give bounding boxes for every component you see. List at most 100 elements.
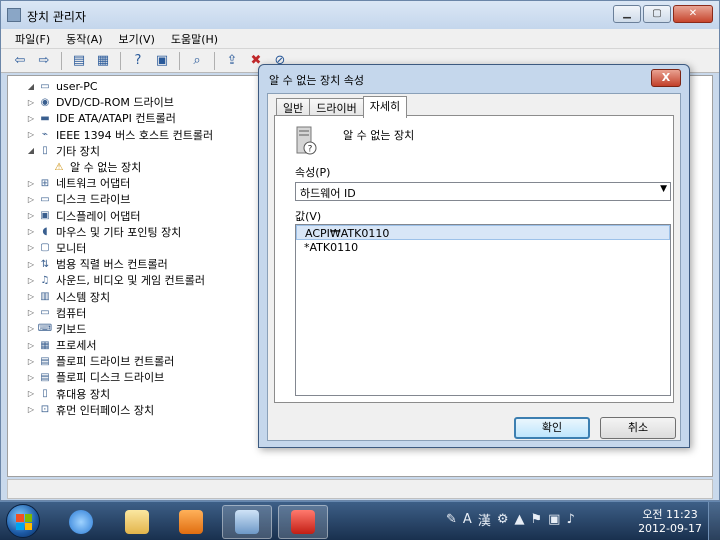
expand-arrow-icon[interactable]: ▷	[24, 341, 38, 350]
tree-item[interactable]: ▷ ◖ 마우스 및 기타 포인팅 장치	[24, 224, 213, 240]
tree-item[interactable]: ▷ ▯ 휴대용 장치	[24, 386, 213, 402]
value-item[interactable]: *ATK0110	[296, 240, 670, 255]
menu-help[interactable]: 도움말(H)	[163, 29, 226, 49]
tree-item[interactable]: ▷ ▭ 디스크 드라이브	[24, 191, 213, 207]
tree-item[interactable]: ▷ ▢ 모니터	[24, 240, 213, 256]
computer-icon: ▭	[40, 307, 50, 319]
ide-controller-icon: ▬	[40, 112, 50, 124]
update-driver-icon[interactable]: ⇪	[221, 51, 243, 71]
expand-arrow-icon[interactable]: ▷	[24, 292, 38, 301]
close-button[interactable]: ✕	[673, 5, 713, 23]
device-manager-icon	[7, 8, 21, 22]
title-bar[interactable]: 장치 관리자 ▁ ▢ ✕	[1, 1, 719, 29]
expand-arrow-icon[interactable]: ▷	[24, 276, 38, 285]
tree-item[interactable]: ⚠ 알 수 없는 장치	[24, 159, 213, 175]
forward-icon[interactable]: ⇨	[33, 51, 55, 71]
tree-item[interactable]: ▷ ♫ 사운드, 비디오 및 게임 컨트롤러	[24, 272, 213, 288]
back-icon[interactable]: ⇦	[9, 51, 31, 71]
ok-button[interactable]: 확인	[514, 417, 590, 439]
tree-item[interactable]: ◢ ▯ 기타 장치	[24, 143, 213, 159]
collapse-arrow-icon[interactable]: ◢	[24, 146, 38, 155]
property-label: 속성(P)	[295, 166, 331, 179]
action-center-flag-icon[interactable]: ⚑	[530, 512, 542, 527]
tree-item[interactable]: ▷ ⌁ IEEE 1394 버스 호스트 컨트롤러	[24, 127, 213, 143]
taskbar: ✎ A 漢 ⚙ ▲ ⚑ ▣ ♪ 오전 11:23 2012-09-17	[0, 501, 720, 540]
tree-item-label: 네트워크 어댑터	[56, 177, 131, 191]
tree-item[interactable]: ▷ ▤ 플로피 드라이브 컨트롤러	[24, 353, 213, 369]
tab-details[interactable]: 자세히	[362, 96, 408, 118]
tree-item-label: IDE ATA/ATAPI 컨트롤러	[56, 112, 176, 126]
volume-icon[interactable]: ♪	[566, 512, 574, 527]
expand-arrow-icon[interactable]: ▷	[24, 324, 38, 333]
window-title: 장치 관리자	[27, 10, 87, 24]
expand-arrow-icon[interactable]: ▷	[24, 211, 38, 220]
keyboard-icon: ⌨	[37, 323, 53, 335]
tree-item[interactable]: ▷ ▦ 프로세서	[24, 337, 213, 353]
expand-arrow-icon[interactable]: ▷	[24, 98, 38, 107]
chevron-up-icon[interactable]: ▲	[514, 512, 524, 527]
show-desktop-button[interactable]	[708, 502, 720, 540]
show-hide-tree-icon[interactable]: ▤	[68, 51, 90, 71]
tree-item[interactable]: ▷ ▥ 시스템 장치	[24, 288, 213, 304]
properties-icon[interactable]: ▦	[92, 51, 114, 71]
options-icon[interactable]: ⚙	[497, 512, 509, 527]
tree-item[interactable]: ▷ ⌨ 키보드	[24, 321, 213, 337]
cancel-button[interactable]: 취소	[600, 417, 676, 439]
expand-arrow-icon[interactable]: ▷	[24, 227, 38, 236]
tree-item-label: 모니터	[56, 241, 87, 255]
expand-arrow-icon[interactable]: ▷	[24, 195, 38, 204]
tree-item[interactable]: ▷ ▣ 디스플레이 어댑터	[24, 208, 213, 224]
tree-item-label: 프로세서	[56, 339, 97, 353]
expand-arrow-icon[interactable]: ▷	[24, 179, 38, 188]
toolbox-icon	[291, 510, 315, 534]
ime-mode[interactable]: A	[463, 512, 472, 527]
maximize-button[interactable]: ▢	[643, 5, 671, 23]
start-button[interactable]	[6, 504, 40, 538]
tree-root[interactable]: ◢ ▭ user-PC	[24, 78, 213, 94]
collapse-arrow-icon[interactable]: ◢	[24, 82, 38, 91]
property-select[interactable]: 하드웨어 ID ▼	[295, 182, 671, 201]
expand-arrow-icon[interactable]: ▷	[24, 114, 38, 123]
scan-hardware-icon[interactable]: ⌕	[186, 51, 208, 71]
firewire-icon: ⌁	[41, 129, 49, 141]
tree-item[interactable]: ▷ ◉ DVD/CD-ROM 드라이브	[24, 94, 213, 110]
disc-drive-icon: ◉	[40, 96, 50, 108]
expand-arrow-icon[interactable]: ▷	[24, 373, 38, 382]
internet-explorer-icon	[69, 510, 93, 534]
dialog-close-button[interactable]: X	[651, 69, 681, 87]
tree-item[interactable]: ▷ ▬ IDE ATA/ATAPI 컨트롤러	[24, 110, 213, 126]
tree-item[interactable]: ▷ ⊡ 휴먼 인터페이스 장치	[24, 402, 213, 418]
tree-item[interactable]: ▷ ▤ 플로피 디스크 드라이브	[24, 369, 213, 385]
taskbar-toolbox[interactable]	[278, 505, 328, 539]
clock[interactable]: 오전 11:23 2012-09-17	[638, 508, 702, 536]
tree-item[interactable]: ▷ ⊞ 네트워크 어댑터	[24, 175, 213, 191]
taskbar-explorer[interactable]	[112, 505, 162, 539]
taskbar-media-player[interactable]	[166, 505, 216, 539]
tree-item-label: 시스템 장치	[56, 290, 111, 304]
view-icon[interactable]: ▣	[151, 51, 173, 71]
expand-arrow-icon[interactable]: ▷	[24, 405, 38, 414]
ime-hanja[interactable]: 漢	[478, 510, 491, 529]
network-icon[interactable]: ▣	[548, 512, 560, 527]
expand-arrow-icon[interactable]: ▷	[24, 389, 38, 398]
taskbar-ie[interactable]	[56, 505, 106, 539]
menu-action[interactable]: 동작(A)	[58, 29, 110, 49]
help-icon[interactable]: ?	[127, 51, 149, 71]
menu-view[interactable]: 보기(V)	[111, 29, 163, 49]
tree-item-label: 휴대용 장치	[56, 387, 111, 401]
value-list[interactable]: ACPI₩ATK0110 *ATK0110	[295, 224, 671, 396]
menu-file[interactable]: 파일(F)	[7, 29, 58, 49]
value-item[interactable]: ACPI₩ATK0110	[296, 225, 670, 240]
expand-arrow-icon[interactable]: ▷	[24, 260, 38, 269]
taskbar-device-manager[interactable]	[222, 505, 272, 539]
details-panel: ? 알 수 없는 장치 속성(P) 하드웨어 ID ▼ 값(V) ACPI₩AT…	[274, 115, 674, 403]
tree-item[interactable]: ▷ ⇅ 범용 직렬 버스 컨트롤러	[24, 256, 213, 272]
minimize-button[interactable]: ▁	[613, 5, 641, 23]
expand-arrow-icon[interactable]: ▷	[24, 357, 38, 366]
expand-arrow-icon[interactable]: ▷	[24, 308, 38, 317]
windows-logo-icon	[16, 514, 32, 530]
expand-arrow-icon[interactable]: ▷	[24, 130, 38, 139]
tree-item[interactable]: ▷ ▭ 컴퓨터	[24, 305, 213, 321]
pen-icon[interactable]: ✎	[446, 512, 457, 527]
expand-arrow-icon[interactable]: ▷	[24, 243, 38, 252]
